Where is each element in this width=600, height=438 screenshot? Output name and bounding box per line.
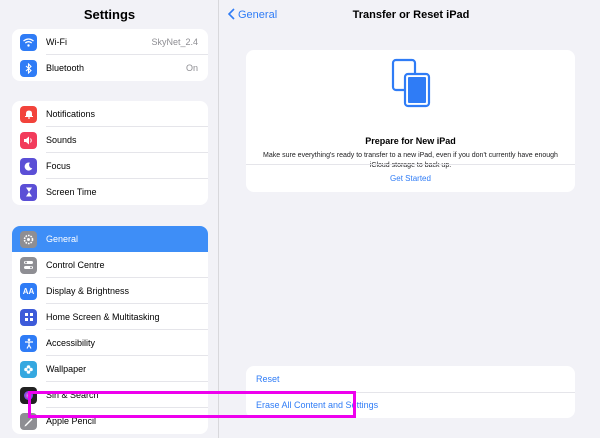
sidebar-item-notifications[interactable]: Notifications — [12, 101, 208, 127]
gear-icon — [20, 230, 37, 248]
sidebar-item-accessibility[interactable]: Accessibility — [12, 330, 208, 356]
divider — [246, 164, 575, 165]
wifi-icon — [20, 33, 37, 51]
sidebar-item-label: Focus — [46, 161, 71, 171]
sidebar-item-label: Control Centre — [46, 260, 105, 270]
sidebar-item-label: Wallpaper — [46, 364, 87, 374]
moon-icon — [20, 157, 37, 175]
sidebar: Settings Wi-Fi SkyNet_2.4 Bluetooth On N… — [0, 0, 219, 438]
sidebar-item-screen-time[interactable]: Screen Time — [12, 179, 208, 205]
toggles-icon — [20, 256, 37, 274]
sidebar-item-sounds[interactable]: Sounds — [12, 127, 208, 153]
sidebar-item-label: Sounds — [46, 135, 77, 145]
connectivity-group: Wi-Fi SkyNet_2.4 Bluetooth On — [12, 29, 208, 81]
sidebar-item-home-screen[interactable]: Home Screen & Multitasking — [12, 304, 208, 330]
card-description: Make sure everything's ready to transfer… — [263, 152, 558, 169]
bluetooth-icon — [20, 59, 37, 77]
sidebar-item-label: Bluetooth — [46, 63, 85, 73]
get-started-button[interactable]: Get Started — [246, 174, 575, 183]
bluetooth-value: On — [185, 63, 198, 73]
sidebar-item-wifi[interactable]: Wi-Fi SkyNet_2.4 — [12, 29, 208, 55]
speaker-icon — [20, 131, 37, 149]
flower-icon — [20, 360, 37, 378]
sidebar-item-label: Wi-Fi — [46, 37, 67, 47]
sidebar-item-label: Notifications — [46, 109, 96, 119]
ipad-transfer-icon — [391, 58, 431, 113]
sidebar-item-control-centre[interactable]: Control Centre — [12, 252, 208, 278]
sidebar-item-bluetooth[interactable]: Bluetooth On — [12, 55, 208, 81]
highlight-box — [28, 391, 356, 418]
sidebar-item-label: Home Screen & Multitasking — [46, 312, 160, 322]
card-title: Prepare for New iPad — [365, 136, 456, 146]
detail-pane: General Transfer or Reset iPad Prepare f… — [220, 0, 600, 438]
bell-icon — [20, 105, 37, 123]
sidebar-item-focus[interactable]: Focus — [12, 153, 208, 179]
sidebar-item-display[interactable]: AA Display & Brightness — [12, 278, 208, 304]
sidebar-item-general[interactable]: General — [12, 226, 208, 252]
sidebar-item-label: Display & Brightness — [46, 286, 130, 296]
sidebar-item-label: Accessibility — [46, 338, 96, 348]
accessibility-icon — [20, 334, 37, 352]
sidebar-item-label: General — [46, 234, 79, 244]
page-title: Transfer or Reset iPad — [352, 9, 470, 21]
sidebar-item-wallpaper[interactable]: Wallpaper — [12, 356, 208, 382]
reset-button[interactable]: Reset — [246, 366, 575, 392]
grid-icon — [20, 308, 37, 326]
aa-icon: AA — [20, 282, 37, 300]
wifi-value: SkyNet_2.4 — [151, 37, 198, 47]
sidebar-title: Settings — [83, 7, 136, 22]
prepare-card: Prepare for New iPad Make sure everythin… — [246, 50, 575, 192]
sidebar-item-label: Screen Time — [46, 187, 97, 197]
hourglass-icon — [20, 183, 37, 201]
notifications-group: Notifications Sounds Focus Screen Time — [12, 101, 208, 205]
